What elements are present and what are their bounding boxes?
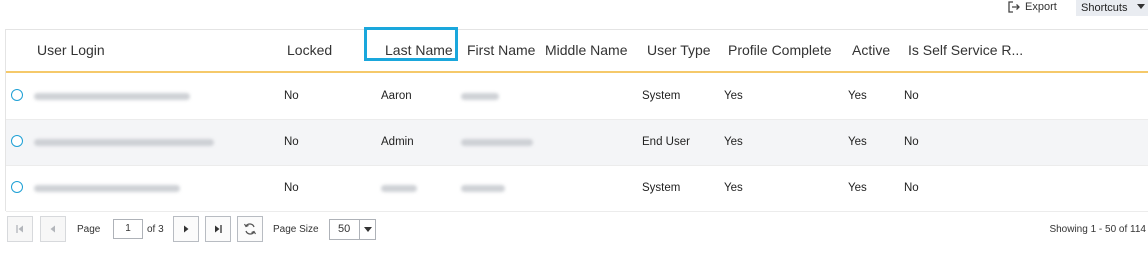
redacted-user-login: [34, 185, 180, 192]
cell-profile-complete: Yes: [724, 182, 743, 194]
cell-user-type: System: [642, 90, 681, 102]
row-select-radio[interactable]: [11, 135, 23, 147]
redacted-first-name: [461, 139, 533, 146]
column-header-locked[interactable]: Locked: [287, 42, 332, 58]
cell-profile-complete: Yes: [724, 90, 743, 102]
previous-page-button[interactable]: [40, 216, 66, 242]
cell-last-name: Admin: [381, 136, 414, 148]
previous-page-icon: [50, 225, 55, 233]
first-page-button[interactable]: [7, 216, 33, 242]
export-button[interactable]: Export: [1008, 1, 1057, 13]
shortcuts-dropdown[interactable]: Shortcuts: [1076, 0, 1148, 16]
next-page-button[interactable]: [173, 216, 199, 242]
redacted-user-login: [34, 139, 214, 146]
grid-header: User Login Locked Last Name First Name M…: [6, 27, 1148, 73]
page-size-select[interactable]: 50: [329, 219, 376, 240]
column-header-active[interactable]: Active: [852, 42, 890, 58]
redacted-user-login: [34, 93, 190, 100]
column-header-is-self-service[interactable]: Is Self Service R...: [908, 42, 1023, 58]
table-row[interactable]: No Admin End User Yes Yes No: [6, 120, 1148, 166]
next-page-icon: [184, 225, 189, 233]
column-header-profile-complete[interactable]: Profile Complete: [728, 42, 832, 58]
record-count: Showing 1 - 50 of 114: [1049, 224, 1146, 235]
cell-is-self-service: No: [904, 90, 919, 102]
cell-locked: No: [284, 136, 299, 148]
page-size-value: 50: [338, 223, 351, 235]
redacted-first-name: [461, 185, 505, 192]
cell-is-self-service: No: [904, 136, 919, 148]
select-divider: [359, 220, 360, 239]
page-number-input[interactable]: 1: [113, 219, 143, 239]
cell-last-name: Aaron: [381, 90, 412, 102]
shortcuts-label: Shortcuts: [1081, 2, 1128, 14]
page-size-label: Page Size: [273, 224, 319, 235]
refresh-icon: [243, 223, 257, 235]
redacted-last-name: [381, 185, 417, 192]
chevron-down-icon: [364, 227, 372, 232]
last-page-icon: [215, 225, 222, 233]
last-page-button[interactable]: [205, 216, 231, 242]
row-select-radio[interactable]: [11, 89, 23, 101]
cell-locked: No: [284, 182, 299, 194]
cell-user-type: System: [642, 182, 681, 194]
users-grid: User Login Locked Last Name First Name M…: [5, 27, 1148, 212]
highlight-box: [364, 27, 458, 61]
refresh-button[interactable]: [237, 216, 263, 242]
export-label: Export: [1025, 1, 1057, 13]
cell-active: Yes: [848, 90, 867, 102]
chevron-down-icon: [1137, 4, 1145, 9]
redacted-first-name: [461, 93, 499, 100]
pagination-bar: Page 1 of 3 Page Size 50 Showing 1 - 50 …: [7, 216, 1148, 242]
cell-profile-complete: Yes: [724, 136, 743, 148]
first-page-icon: [16, 225, 23, 233]
cell-locked: No: [284, 90, 299, 102]
cell-user-type: End User: [642, 136, 690, 148]
column-header-middle-name[interactable]: Middle Name: [545, 42, 627, 58]
column-header-first-name[interactable]: First Name: [467, 42, 535, 58]
row-select-radio[interactable]: [11, 181, 23, 193]
column-header-user-type[interactable]: User Type: [647, 42, 711, 58]
cell-is-self-service: No: [904, 182, 919, 194]
page-label: Page: [77, 224, 101, 235]
toolbar: Export Shortcuts: [0, 0, 1148, 18]
cell-active: Yes: [848, 182, 867, 194]
page-count-label: of 3: [147, 224, 164, 235]
cell-active: Yes: [848, 136, 867, 148]
table-row[interactable]: No Aaron System Yes Yes No: [6, 74, 1148, 120]
table-row[interactable]: No System Yes Yes No: [6, 166, 1148, 212]
export-icon: [1008, 1, 1020, 13]
column-header-user-login[interactable]: User Login: [37, 42, 105, 58]
